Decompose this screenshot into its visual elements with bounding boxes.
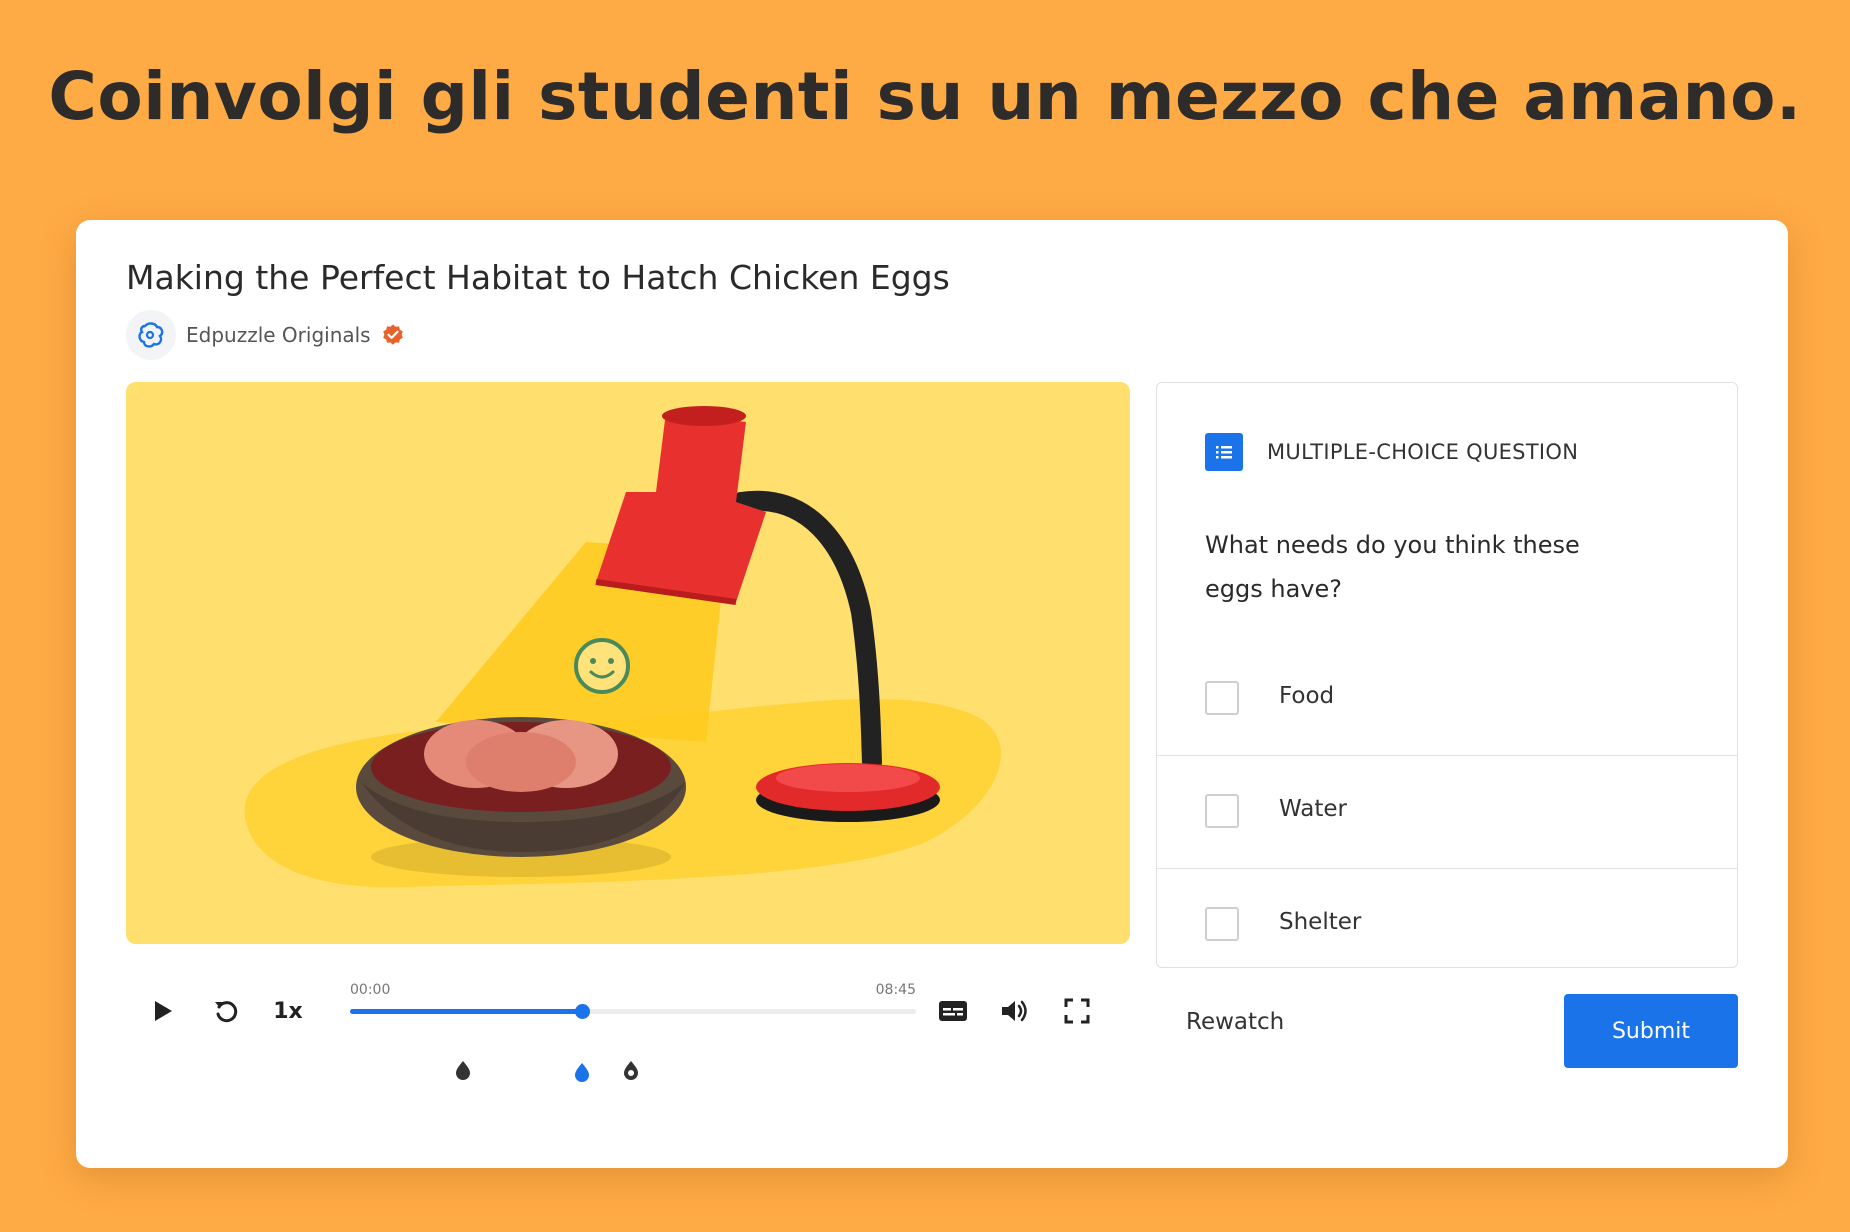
question-header: MULTIPLE-CHOICE QUESTION [1205, 433, 1578, 471]
total-duration: 08:45 [875, 982, 916, 998]
answer-option-food[interactable]: Food [1157, 643, 1737, 756]
checkbox[interactable] [1205, 681, 1239, 715]
channel-name[interactable]: Edpuzzle Originals [186, 323, 371, 347]
answer-option-shelter[interactable]: Shelter [1157, 869, 1737, 981]
question-panel: MULTIPLE-CHOICE QUESTION What needs do y… [1156, 382, 1738, 968]
rewatch-button[interactable]: Rewatch [1186, 984, 1284, 1060]
current-time: 00:00 [350, 982, 391, 998]
answer-option-water[interactable]: Water [1157, 756, 1737, 869]
video-frame[interactable] [126, 382, 1130, 944]
volume-icon[interactable] [998, 994, 1032, 1028]
active-question-marker-icon[interactable] [573, 1061, 591, 1083]
playback-speed[interactable]: 1x [266, 994, 310, 1028]
captions-icon[interactable] [936, 996, 970, 1026]
answer-options: Food Water Shelter [1157, 643, 1737, 981]
question-marker-icon[interactable] [454, 1059, 472, 1081]
channel-info: Edpuzzle Originals [126, 310, 405, 360]
question-text: What needs do you think these eggs have? [1205, 531, 1580, 603]
verified-badge-icon [381, 323, 405, 347]
video-title: Making the Perfect Habitat to Hatch Chic… [126, 258, 950, 297]
option-label: Shelter [1279, 909, 1362, 935]
submit-button[interactable]: Submit [1564, 994, 1738, 1068]
play-icon[interactable] [148, 994, 178, 1028]
fullscreen-icon[interactable] [1060, 994, 1094, 1028]
progress-knob[interactable] [575, 1004, 591, 1019]
rewind-icon[interactable] [210, 994, 242, 1028]
option-label: Water [1279, 796, 1347, 822]
checkbox[interactable] [1205, 907, 1239, 941]
note-marker-icon[interactable] [622, 1059, 640, 1081]
video-lesson-card: Making the Perfect Habitat to Hatch Chic… [76, 220, 1788, 1168]
option-label: Food [1279, 683, 1335, 709]
progress-track[interactable] [350, 1004, 916, 1082]
edpuzzle-logo-icon [126, 310, 176, 360]
progress-fill [350, 1009, 583, 1014]
list-icon [1205, 433, 1243, 471]
headline: Coinvolgi gli studenti su un mezzo che a… [48, 58, 1802, 135]
video-controls: 1x 00:00 08:45 [126, 972, 1130, 1082]
question-type-label: MULTIPLE-CHOICE QUESTION [1267, 440, 1579, 464]
checkbox[interactable] [1205, 794, 1239, 828]
